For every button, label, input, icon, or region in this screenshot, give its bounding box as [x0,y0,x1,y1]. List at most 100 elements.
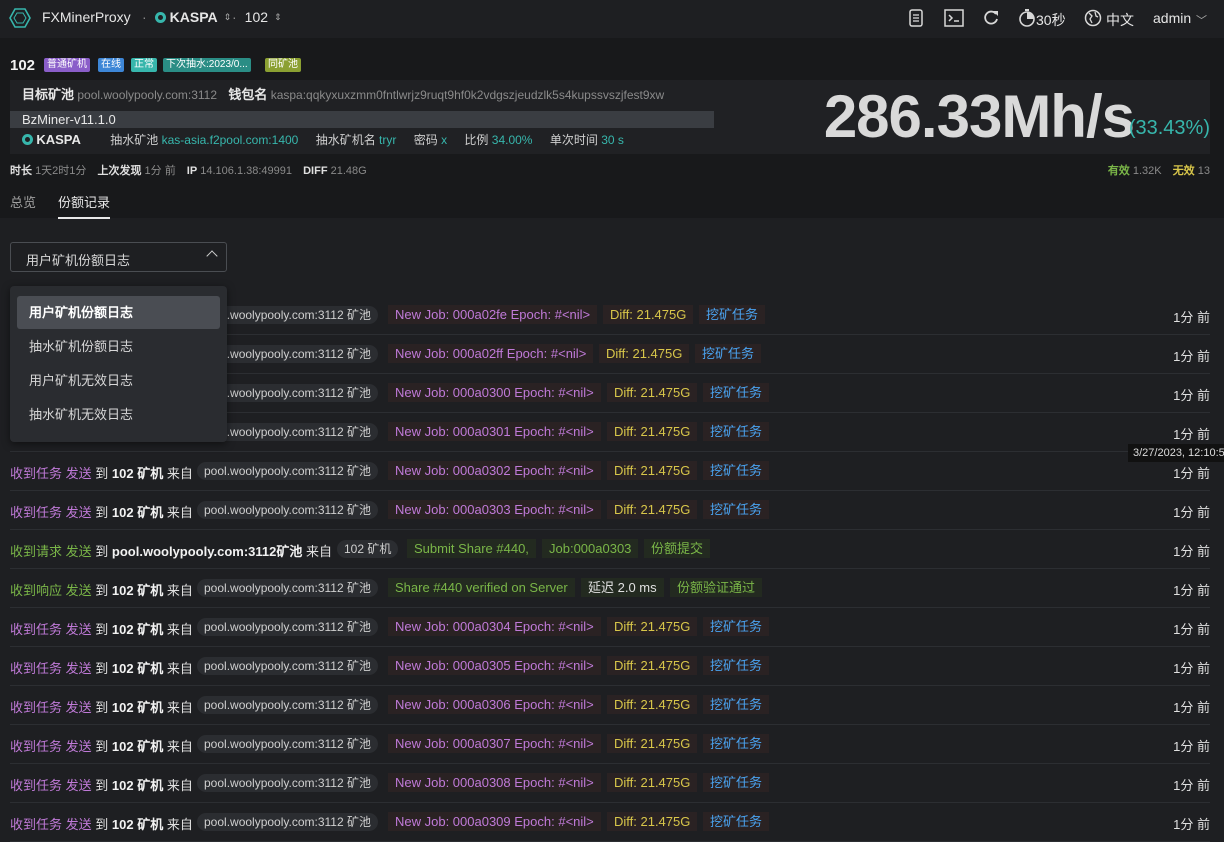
event-action: 发送 [65,544,92,559]
log-time: 1分 前 [1173,505,1210,520]
event-from: 来自 [166,700,193,715]
log-detail: Diff: 21.475G [603,305,694,324]
event-action: 发送 [65,700,92,715]
event-to: 到 [95,739,109,754]
tab-share-records[interactable]: 份额记录 [58,192,111,219]
logo-icon [9,8,31,28]
event-from: 来自 [166,583,193,598]
log-row: 收到任务 发送 到 102 矿机 来自 pool.woolypooly.com:3… [10,452,1210,491]
source-pill: pool.woolypooly.com:3112 矿池 [197,462,378,480]
log-option-user-invalid[interactable]: 用户矿机无效日志 [17,364,220,397]
document-icon[interactable] [906,8,926,28]
ip-label: IP [186,165,198,177]
event-action: 发送 [65,622,92,637]
event-type: 收到任务 [10,700,63,715]
event-to: 到 [95,583,109,598]
app-title: FXMinerProxy [42,9,131,25]
log-event: 收到任务 发送 到 102 矿机 来自 [10,619,193,638]
globe-icon[interactable] [1083,8,1103,28]
event-action: 发送 [65,466,92,481]
log-row: 收到任务 发送 到 102 矿机 来自 pool.woolypooly.com:3… [10,764,1210,803]
log-time: 1分 前 [1173,817,1210,832]
log-tag: 挖矿任务 [695,344,762,363]
event-type: 收到响应 [10,583,63,598]
log-tag: 挖矿任务 [703,500,770,519]
source-pill: pool.woolypooly.com:3112 矿池 [197,618,378,636]
log-tag: 挖矿任务 [703,773,770,792]
log-detail: Diff: 21.475G [607,695,698,714]
event-from: 来自 [166,817,193,832]
badge-same-pool: 同矿池 [265,58,301,72]
time-tooltip: 3/27/2023, 12:10:5 [1128,444,1224,462]
tab-overview[interactable]: 总览 [10,192,36,211]
target-pool-value: pool.woolypooly.com:3112 [77,88,217,102]
badge-miner-type: 普通矿机 [44,58,90,72]
log-message: Share #440 verified on Server [388,578,575,597]
event-from: 来自 [166,661,193,676]
log-detail: Diff: 21.475G [607,773,698,792]
event-to: 到 [95,700,109,715]
log-time: 1分 前 [1173,466,1210,481]
terminal-icon[interactable] [944,8,964,28]
uptime-label: 时长 [10,165,32,177]
log-detail: Diff: 21.475G [607,812,698,831]
log-message: New Job: 000a0309 Epoch: #<nil> [388,812,601,831]
badge-status: 正常 [131,58,157,72]
kaspa-coin-icon [154,11,166,23]
event-to: 到 [95,505,109,520]
log-tag: 挖矿任务 [703,812,770,831]
log-tag: 挖矿任务 [703,656,770,675]
refresh-icon[interactable] [981,8,1001,28]
log-detail: Diff: 21.475G [607,461,698,480]
log-time: 1分 前 [1173,310,1210,325]
log-time: 1分 前 [1173,739,1210,754]
coin-selector[interactable]: · KASPA ⇕ [142,9,231,25]
fee-pool-label: 抽水矿池 [110,133,159,147]
log-event: 收到任务 发送 到 102 矿机 来自 [10,658,193,677]
event-type: 收到任务 [10,739,63,754]
miner-id: 102 [10,57,36,74]
log-detail: Diff: 21.475G [607,656,698,675]
log-row: 收到任务 发送 到 102 矿机 来自 pool.woolypooly.com:3… [10,725,1210,764]
log-row: 收到任务 发送 到 102 矿机 来自 pool.woolypooly.com:3… [10,803,1210,842]
refresh-interval[interactable]: 30秒 [1036,10,1066,30]
log-message: New Job: 000a0303 Epoch: #<nil> [388,500,601,519]
event-type: 收到任务 [10,817,63,832]
event-action: 发送 [65,661,92,676]
password-label: 密码 [413,133,438,147]
event-type: 收到任务 [10,661,63,676]
invalid-value: 13 [1197,165,1210,177]
log-detail: Diff: 21.475G [599,344,690,363]
event-target: 102 矿机 [111,622,164,637]
source-pill: pool.woolypooly.com:3112 矿池 [197,696,378,714]
fee-miner-label: 抽水矿机名 [315,133,376,147]
single-time-label: 单次时间 [549,133,598,147]
log-message: New Job: 000a0305 Epoch: #<nil> [388,656,601,675]
ratio-value: 34.00% [491,133,533,147]
miner-selector[interactable]: · 102 ⇕ [232,9,282,25]
chevron-down-icon[interactable]: ﹀ [1196,12,1207,28]
event-to: 到 [95,817,109,832]
software-version: BzMiner-v11.1.0 [22,112,116,127]
log-option-fee-invalid[interactable]: 抽水矿机无效日志 [17,398,220,431]
log-message: New Job: 000a02fe Epoch: #<nil> [388,305,598,324]
log-option-user-share[interactable]: 用户矿机份额日志 [17,296,220,329]
log-time: 1分 前 [1173,388,1210,403]
log-event: 收到任务 发送 到 102 矿机 来自 [10,697,193,716]
log-option-fee-share[interactable]: 抽水矿机份额日志 [17,330,220,363]
language-selector[interactable]: 中文 [1106,10,1134,30]
timer-icon[interactable] [1018,8,1038,28]
user-menu[interactable]: admin [1153,10,1191,26]
log-tag: 挖矿任务 [703,734,770,753]
log-time: 1分 前 [1173,700,1210,715]
password-value: x [441,133,448,147]
event-action: 发送 [65,583,92,598]
log-type-select[interactable]: 用户矿机份额日志 [10,242,227,272]
miner-name: 102 [244,9,269,25]
last-seen-value: 1分 前 [144,165,176,177]
fee-info-line: KASPA 抽水矿池 kas-asia.f2pool.com:1400 抽水矿机… [22,131,624,148]
log-event: 收到任务 发送 到 102 矿机 来自 [10,736,193,755]
ip-value: 14.106.1.38:49991 [200,165,293,177]
event-action: 发送 [65,739,92,754]
log-event: 收到响应 发送 到 102 矿机 来自 [10,580,193,599]
